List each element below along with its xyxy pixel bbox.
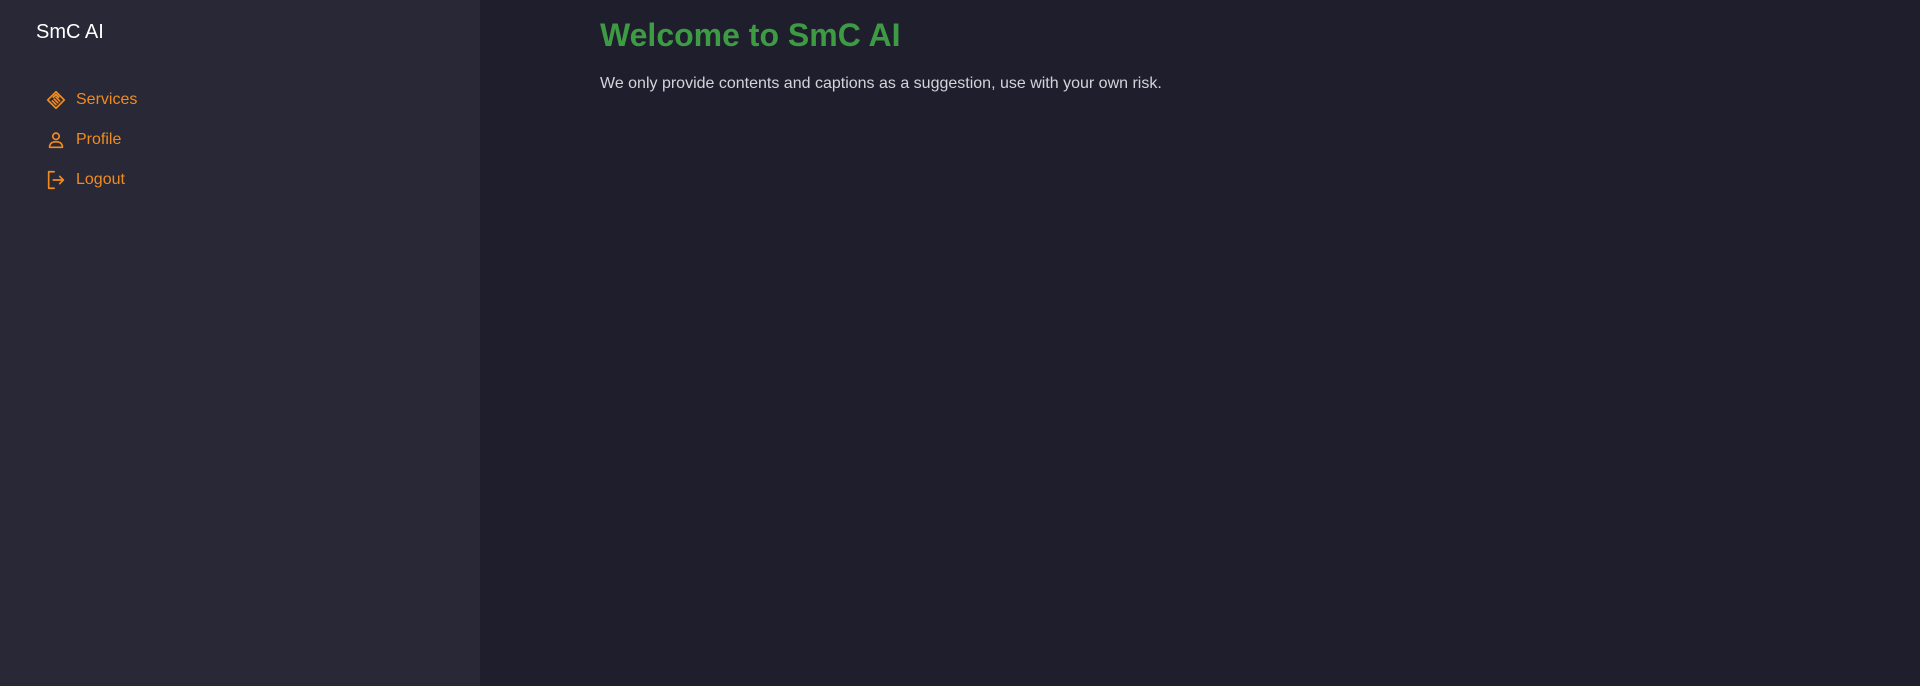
sidebar-item-profile[interactable]: Profile [45,120,480,160]
handshake-icon [45,89,67,111]
sidebar-nav: Services Profile Logout [36,80,480,200]
app-root: SmC AI Services Profile Logout Welcome t… [0,0,1920,686]
sidebar-item-label: Services [76,91,138,108]
sidebar: SmC AI Services Profile Logout [0,0,480,686]
main-content: Welcome to SmC AI We only provide conten… [480,0,1920,686]
sidebar-item-logout[interactable]: Logout [45,160,480,200]
page-title: Welcome to SmC AI [600,17,901,53]
user-icon [45,129,67,151]
brand-title: SmC AI [36,21,104,43]
sidebar-item-services[interactable]: Services [45,80,480,120]
page-subtitle: We only provide contents and captions as… [600,75,1162,92]
sidebar-item-label: Profile [76,131,122,148]
logout-icon [45,169,67,191]
sidebar-item-label: Logout [76,171,125,188]
